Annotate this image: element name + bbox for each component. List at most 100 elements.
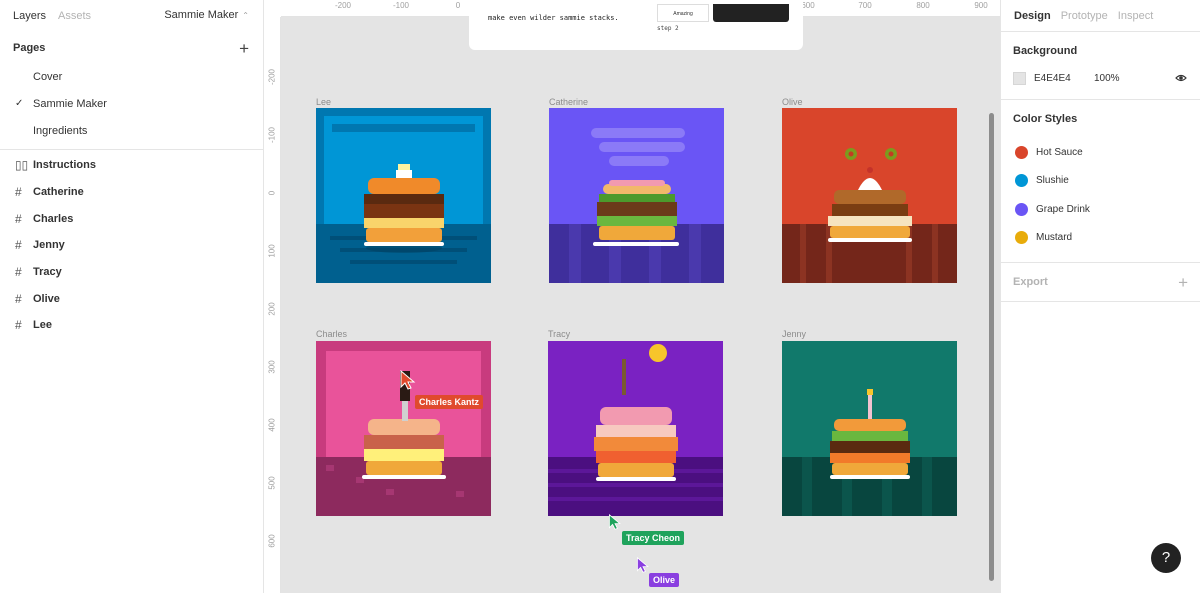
add-page-icon[interactable]: + bbox=[239, 40, 249, 57]
color-style-hot-sauce[interactable]: Hot Sauce bbox=[1013, 138, 1188, 167]
color-dot-icon bbox=[1015, 145, 1028, 159]
layer-label: Charles bbox=[33, 212, 74, 225]
frame-charles[interactable] bbox=[316, 341, 491, 516]
ruler-tick: 500 bbox=[267, 476, 277, 490]
page-item-ingredients[interactable]: Ingredients bbox=[0, 117, 263, 144]
frame-lee[interactable] bbox=[316, 108, 491, 283]
ruler-tick: 700 bbox=[858, 1, 872, 10]
right-panel-tabs: Design Prototype Inspect bbox=[1001, 0, 1200, 32]
frame-label-olive[interactable]: Olive bbox=[782, 97, 803, 107]
sandwich-illustration-tracy bbox=[548, 341, 723, 516]
page-label: Ingredients bbox=[33, 124, 88, 137]
layer-item-catherine[interactable]: # Catherine bbox=[0, 179, 263, 206]
instructions-step: step 2 bbox=[657, 25, 679, 32]
tab-layers[interactable]: Layers bbox=[13, 10, 46, 22]
cursor-label-charles-kantz: Charles Kantz bbox=[415, 395, 484, 409]
frame-catherine[interactable] bbox=[549, 108, 724, 283]
page-item-cover[interactable]: Cover bbox=[0, 63, 263, 90]
cursor-arrow-icon bbox=[400, 370, 416, 390]
frame-jenny[interactable] bbox=[782, 341, 957, 516]
color-style-mustard[interactable]: Mustard bbox=[1013, 224, 1188, 253]
pages-title: Pages bbox=[13, 42, 46, 54]
frame-olive[interactable] bbox=[782, 108, 957, 283]
tab-design[interactable]: Design bbox=[1014, 10, 1051, 22]
color-styles-title: Color Styles bbox=[1013, 100, 1188, 138]
color-style-grape-drink[interactable]: Grape Drink bbox=[1013, 195, 1188, 224]
cursor-arrow-icon bbox=[609, 514, 621, 530]
layer-item-tracy[interactable]: # Tracy bbox=[0, 259, 263, 286]
instructions-frame[interactable]: make even wilder sammie stacks. Amazing … bbox=[469, 0, 803, 50]
ruler-tick: -200 bbox=[334, 1, 352, 10]
frame-icon: # bbox=[15, 238, 22, 253]
ruler-tick: 200 bbox=[267, 302, 277, 316]
help-button[interactable]: ? bbox=[1151, 543, 1181, 573]
sandwich-illustration-olive bbox=[782, 108, 957, 283]
page-selector[interactable]: Sammie Maker ⌃ bbox=[164, 9, 249, 21]
pages-header: Pages + bbox=[0, 33, 263, 63]
instruction-button-dark[interactable] bbox=[713, 4, 789, 22]
tab-inspect[interactable]: Inspect bbox=[1118, 10, 1153, 22]
ruler-tick: 100 bbox=[267, 244, 277, 258]
color-dot-icon bbox=[1015, 174, 1028, 188]
tab-prototype[interactable]: Prototype bbox=[1061, 10, 1108, 22]
frame-label-catherine[interactable]: Catherine bbox=[549, 97, 588, 107]
color-styles-section: Color Styles Hot Sauce Slushie Grape Dri… bbox=[1001, 100, 1200, 263]
current-page-name: Sammie Maker bbox=[164, 9, 239, 21]
layer-item-lee[interactable]: # Lee bbox=[0, 312, 263, 339]
color-style-label: Slushie bbox=[1036, 175, 1069, 187]
export-section: Export + bbox=[1001, 263, 1200, 302]
background-row: E4E4E4 100% bbox=[1013, 70, 1188, 86]
frame-tracy[interactable] bbox=[548, 341, 723, 516]
sandwich-illustration-lee bbox=[316, 108, 491, 283]
frame-icon: # bbox=[15, 291, 22, 306]
frame-label-jenny[interactable]: Jenny bbox=[782, 329, 806, 339]
eye-icon[interactable] bbox=[1175, 72, 1187, 84]
page-label: Cover bbox=[33, 70, 63, 83]
add-export-icon[interactable]: + bbox=[1178, 274, 1188, 291]
ruler-tick: 300 bbox=[267, 360, 277, 374]
color-style-slushie[interactable]: Slushie bbox=[1013, 167, 1188, 196]
layer-label: Jenny bbox=[33, 239, 65, 252]
export-header: Export + bbox=[1013, 263, 1188, 301]
canvas[interactable]: -200 -100 0 100 200 300 400 500 600 700 … bbox=[264, 0, 1000, 593]
layer-label: Lee bbox=[33, 319, 52, 332]
layers-panel: Layers Assets Sammie Maker ⌃ Pages + Cov… bbox=[0, 0, 264, 593]
canvas-scrollbar[interactable] bbox=[989, 113, 994, 581]
background-title: Background bbox=[1013, 32, 1188, 70]
ruler-tick: -200 bbox=[267, 68, 277, 86]
sandwich-illustration-jenny bbox=[782, 341, 957, 516]
ruler-tick: 0 bbox=[267, 190, 277, 196]
background-swatch[interactable] bbox=[1013, 71, 1026, 85]
background-hex-input[interactable]: E4E4E4 bbox=[1034, 73, 1094, 84]
ruler-tick: 0 bbox=[455, 1, 461, 10]
sandwich-illustration-catherine bbox=[549, 108, 724, 283]
sandwich-illustration-charles bbox=[316, 341, 491, 516]
cursor-label-tracy-cheon: Tracy Cheon bbox=[622, 531, 685, 545]
layer-label: Instructions bbox=[33, 159, 96, 172]
frame-icon: # bbox=[15, 185, 22, 200]
frame-icon: # bbox=[15, 265, 22, 280]
page-label: Sammie Maker bbox=[33, 97, 107, 110]
color-style-label: Mustard bbox=[1036, 232, 1073, 244]
section-title: Color Styles bbox=[1013, 113, 1078, 125]
layer-item-olive[interactable]: # Olive bbox=[0, 285, 263, 312]
frame-label-lee[interactable]: Lee bbox=[316, 97, 331, 107]
ruler-corner bbox=[264, 0, 281, 17]
ruler-tick: 400 bbox=[267, 418, 277, 432]
page-item-sammie-maker[interactable]: ✓ Sammie Maker bbox=[0, 90, 263, 117]
layer-item-instructions[interactable]: ▯▯ Instructions bbox=[0, 152, 263, 179]
chevron-up-icon: ⌃ bbox=[242, 10, 249, 20]
pages-list: Cover ✓ Sammie Maker Ingredients bbox=[0, 63, 263, 144]
instruction-button-amazing[interactable]: Amazing bbox=[657, 4, 709, 22]
columns-icon: ▯▯ bbox=[15, 158, 29, 173]
properties-panel: Design Prototype Inspect Background E4E4… bbox=[1000, 0, 1200, 593]
checkmark-icon: ✓ bbox=[15, 98, 24, 109]
color-style-label: Hot Sauce bbox=[1036, 146, 1083, 158]
tab-assets[interactable]: Assets bbox=[58, 10, 91, 22]
background-opacity-input[interactable]: 100% bbox=[1094, 73, 1120, 84]
layer-item-charles[interactable]: # Charles bbox=[0, 205, 263, 232]
frame-label-charles[interactable]: Charles bbox=[316, 329, 347, 339]
ruler-tick: 600 bbox=[267, 534, 277, 548]
layer-item-jenny[interactable]: # Jenny bbox=[0, 232, 263, 259]
frame-label-tracy[interactable]: Tracy bbox=[548, 329, 570, 339]
